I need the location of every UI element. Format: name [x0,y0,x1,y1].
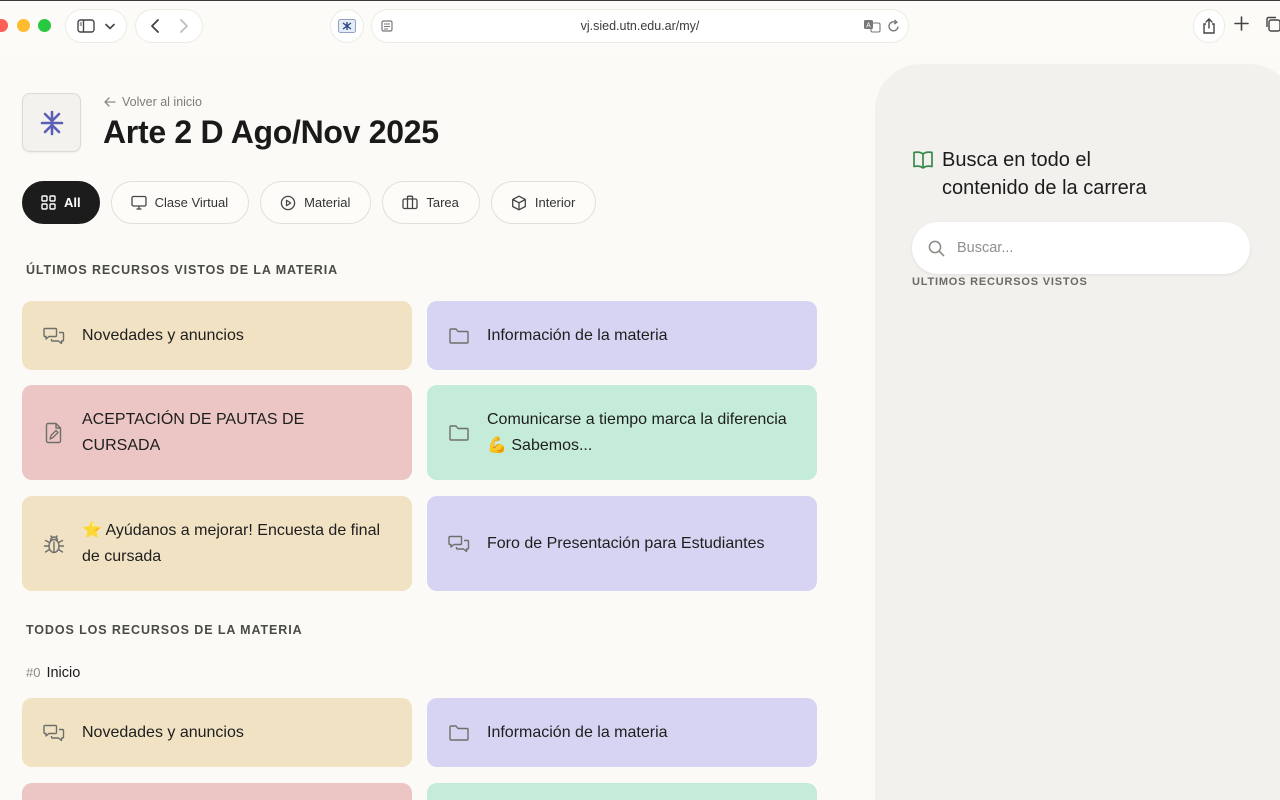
reload-icon[interactable] [887,19,900,33]
page-title: Arte 2 D Ago/Nov 2025 [103,114,439,150]
book-open-icon [913,151,933,169]
share-icon [1203,17,1215,34]
arrow-left-icon [104,97,116,107]
share-button[interactable] [1194,10,1224,42]
card-title: Novedades y anuncios [82,326,244,344]
filter-all[interactable]: All [22,181,100,224]
url-text: vj.sied.utn.edu.ar/my/ [580,19,700,33]
filter-tarea[interactable]: Tarea [382,181,480,224]
resource-card-novedades[interactable]: Novedades y anuncios [22,698,412,767]
card-title: Foro de Presentación para Estudiantes [487,534,765,552]
resource-card-informacion[interactable]: Información de la materia [427,698,817,767]
card-title: ⭐ Ayúdanos a mejorar! Encuesta de final … [82,521,381,565]
tab-overview-icon[interactable] [1265,16,1280,32]
sidebar-toggle-group [66,10,126,42]
chat-icon [448,534,470,554]
resource-card-encuesta[interactable]: ⭐ Ayúdanos a mejorar! Encuesta de final … [22,496,412,591]
bug-icon [43,533,65,555]
filter-label: All [64,195,81,210]
filter-label: Material [304,195,351,210]
back-arrow-icon[interactable] [150,18,160,34]
card-title: Comunicarse a tiempo marca la diferencia… [487,410,787,454]
card-title: Información de la materia [487,326,668,344]
document-pen-icon [43,422,65,444]
resource-card-comunicarse[interactable]: Comunicarse a tiempo marca la diferencia… [427,385,817,480]
card-title: Novedades y anuncios [82,723,244,741]
resource-card-foro[interactable]: Foro de Presentación para Estudiantes [427,496,817,591]
search-field[interactable] [912,222,1250,274]
browser-toolbar: vj.sied.utn.edu.ar/my/ A [0,0,1280,50]
sidebar-icon[interactable] [77,19,95,33]
forward-arrow-icon[interactable] [179,18,189,34]
resource-card-pautas[interactable]: ACEPTACIÓN DE PAUTAS DE CURSADA [22,385,412,480]
section-number: #0 [26,665,41,680]
minimize-window-button[interactable] [17,19,30,32]
utn-logo-icon [40,110,63,135]
translate-icon[interactable]: A [863,19,881,33]
box-icon [511,195,526,210]
grid-icon [41,195,56,210]
back-to-home-link[interactable]: Volver al inicio [104,95,202,109]
filter-label: Interior [534,195,576,210]
new-tab-icon[interactable] [1234,16,1249,31]
resource-card-informacion[interactable]: Información de la materia [427,301,817,370]
site-favicon[interactable] [331,10,363,42]
monitor-icon [130,195,147,210]
filter-clase-virtual[interactable]: Clase Virtual [110,181,250,224]
recent-resources-heading: ÚLTIMOS RECURSOS VISTOS DE LA MATERIA [26,263,339,277]
filter-material[interactable]: Material [260,181,372,224]
search-input[interactable] [957,240,1217,256]
chevron-down-icon[interactable] [105,23,115,30]
panel-header: Busca en todo el contenido de la carrera [912,146,1182,202]
section-name: Inicio [46,665,81,681]
main-content: Volver al inicio Arte 2 D Ago/Nov 2025 A… [0,50,875,800]
play-circle-icon [280,195,296,210]
folder-icon [448,724,470,742]
close-window-button[interactable] [0,19,8,32]
address-bar[interactable]: vj.sied.utn.edu.ar/my/ A [372,10,908,42]
panel-title: Busca en todo el contenido de la carrera [942,149,1147,199]
resource-card-partial[interactable] [427,783,817,800]
briefcase-icon [402,195,418,210]
utn-favicon-icon [338,19,356,33]
folder-icon [448,327,470,345]
resource-card-partial[interactable] [22,783,412,800]
nav-button-group [136,10,202,42]
filter-label: Clase Virtual [154,195,229,210]
recent-viewed-heading: ULTIMOS RECURSOS VISTOS [912,276,1088,288]
card-title: Información de la materia [487,723,668,741]
svg-text:A: A [866,22,871,29]
course-logo [22,93,81,152]
filter-label: Tarea [426,195,459,210]
section-heading: #0 Inicio [26,665,80,681]
all-resources-heading: TODOS LOS RECURSOS DE LA MATERIA [26,623,303,637]
chat-icon [43,326,65,346]
resource-card-novedades[interactable]: Novedades y anuncios [22,301,412,370]
back-link-label: Volver al inicio [122,95,202,109]
search-panel: Busca en todo el contenido de la carrera… [875,64,1280,800]
folder-icon [448,424,470,442]
chat-icon [43,723,65,743]
filter-bar: All Clase Virtual Material Tarea Interio… [22,181,597,224]
search-icon [928,240,945,256]
zoom-window-button[interactable] [38,19,51,32]
filter-interior[interactable]: Interior [490,181,597,224]
card-title: ACEPTACIÓN DE PAUTAS DE CURSADA [82,410,305,454]
